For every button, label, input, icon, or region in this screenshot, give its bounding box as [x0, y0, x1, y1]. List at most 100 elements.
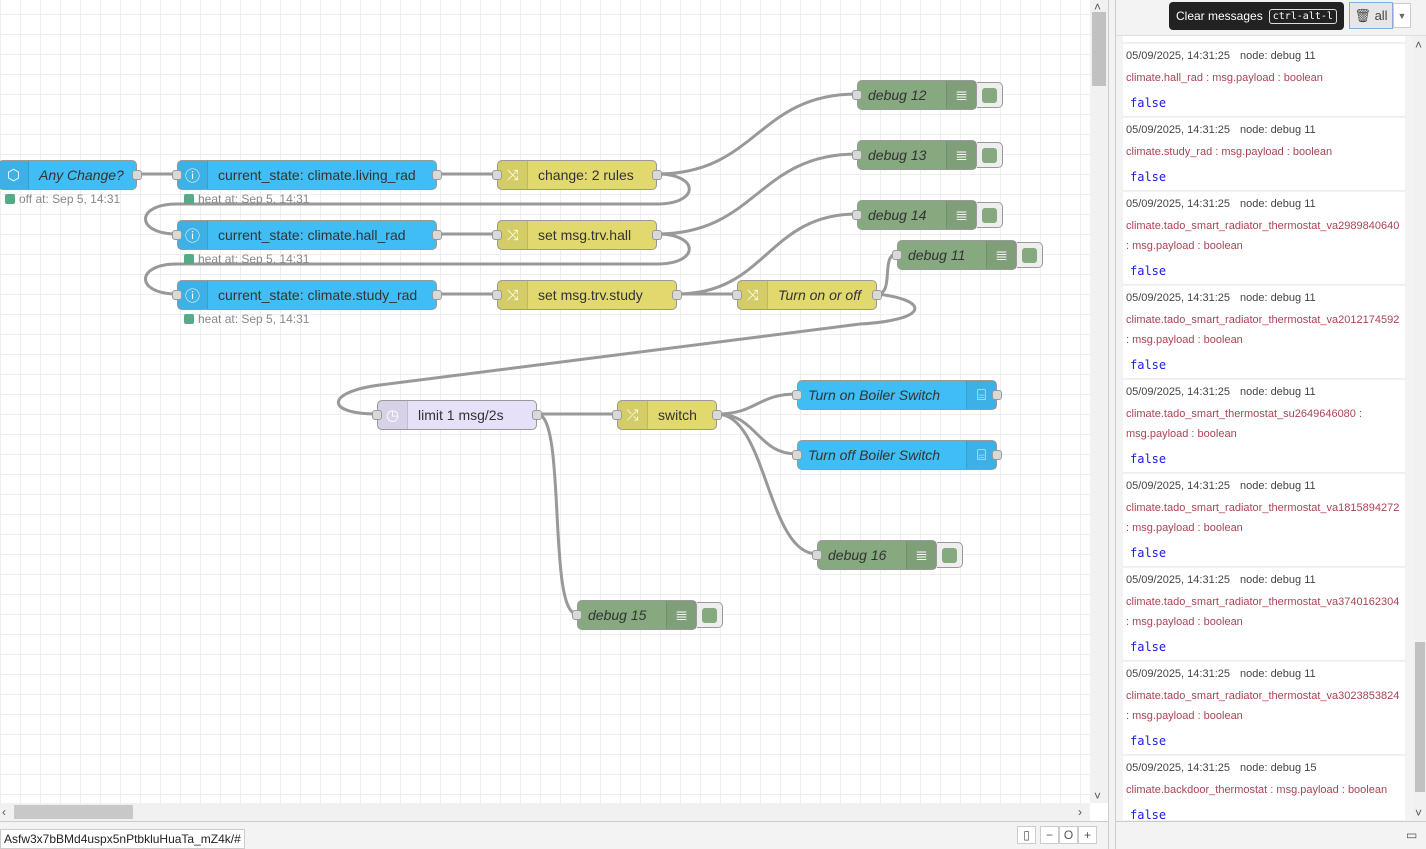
any-change-node[interactable]: ⬡ Any Change?	[0, 160, 142, 190]
message-value[interactable]: false	[1126, 88, 1401, 112]
turn-on-off-node[interactable]: ⤨ Turn on or off	[732, 280, 882, 310]
debug-scroll-thumb[interactable]	[1415, 642, 1425, 792]
output-port[interactable]	[532, 410, 542, 420]
message-value[interactable]: false	[1126, 800, 1401, 820]
debug-12-node[interactable]: debug 12 ≣	[852, 80, 977, 110]
message-value[interactable]: false	[1126, 538, 1401, 562]
debug-toggle-button[interactable]	[977, 82, 1003, 108]
set-hall-node[interactable]: ⤨ set msg.trv.hall	[492, 220, 662, 250]
switch-node[interactable]: ⤮ switch	[612, 400, 722, 430]
message-value[interactable]: false	[1126, 632, 1401, 656]
study-rad-node[interactable]: ⓘ current_state: climate.study_rad	[172, 280, 442, 310]
boiler-on-node[interactable]: Turn on Boiler Switch ⌸	[792, 380, 1002, 410]
output-port[interactable]	[652, 230, 662, 240]
input-port[interactable]	[892, 250, 902, 260]
debug-14-node[interactable]: debug 14 ≣	[852, 200, 977, 230]
debug-toggle-button[interactable]	[697, 602, 723, 628]
living-rad-node[interactable]: ⓘ current_state: climate.living_rad	[172, 160, 442, 190]
debug-toggle-button[interactable]	[977, 202, 1003, 228]
zoom-reset-button[interactable]: O	[1059, 826, 1078, 844]
wire[interactable]	[716, 412, 798, 456]
message-node[interactable]: node: debug 11	[1240, 50, 1316, 62]
wire[interactable]	[876, 252, 898, 296]
output-port[interactable]	[992, 450, 1002, 460]
debug-16-node[interactable]: debug 16 ≣	[812, 540, 937, 570]
scroll-up-icon[interactable]: ˄	[1415, 38, 1422, 52]
zoom-out-button[interactable]: −	[1040, 826, 1059, 844]
input-port[interactable]	[492, 290, 502, 300]
wire[interactable]	[536, 412, 578, 616]
output-port[interactable]	[992, 390, 1002, 400]
input-port[interactable]	[792, 390, 802, 400]
output-port[interactable]	[132, 170, 142, 180]
clear-all-button[interactable]: 🗑 all	[1349, 2, 1393, 29]
canvas-horizontal-scroll-thumb[interactable]	[14, 805, 133, 819]
output-port[interactable]	[672, 290, 682, 300]
scroll-left-icon[interactable]: ‹	[2, 805, 6, 819]
output-port[interactable]	[652, 170, 662, 180]
message-node[interactable]: node: debug 15	[1240, 762, 1316, 774]
message-node[interactable]: node: debug 11	[1240, 480, 1316, 492]
debug-15-node[interactable]: debug 15 ≣	[572, 600, 697, 630]
output-port[interactable]	[432, 230, 442, 240]
input-port[interactable]	[572, 610, 582, 620]
input-port[interactable]	[172, 170, 182, 180]
input-port[interactable]	[612, 410, 622, 420]
output-port[interactable]	[872, 290, 882, 300]
canvas-vertical-scrollbar[interactable]	[1090, 0, 1108, 803]
debug-toggle-button[interactable]	[1017, 242, 1043, 268]
zoom-in-button[interactable]: +	[1078, 826, 1097, 844]
message-value[interactable]: false	[1126, 726, 1401, 750]
navigator-map-icon[interactable]: ▯	[1017, 826, 1036, 844]
hall-rad-node[interactable]: ⓘ current_state: climate.hall_rad	[172, 220, 442, 250]
input-port[interactable]	[732, 290, 742, 300]
output-port[interactable]	[712, 410, 722, 420]
debug-toggle-button[interactable]	[977, 142, 1003, 168]
wire[interactable]	[716, 392, 798, 416]
input-port[interactable]	[372, 410, 382, 420]
message-node[interactable]: node: debug 11	[1240, 668, 1316, 680]
debug-11-node[interactable]: debug 11 ≣	[892, 240, 1017, 270]
flow-canvas[interactable]: ⬡ Any Change? off at: Sep 5, 14:31 ⓘ current…	[0, 0, 1090, 803]
canvas-horizontal-scrollbar[interactable]	[0, 803, 1090, 821]
input-port[interactable]	[852, 150, 862, 160]
message-value[interactable]: false	[1126, 36, 1401, 38]
message-node[interactable]: node: debug 11	[1240, 386, 1316, 398]
input-port[interactable]	[492, 170, 502, 180]
input-port[interactable]	[852, 210, 862, 220]
scroll-right-icon[interactable]: ›	[1078, 805, 1082, 819]
scroll-up-icon[interactable]: ˄	[1094, 0, 1101, 14]
clear-dropdown-button[interactable]: ▼	[1393, 3, 1411, 28]
canvas-vertical-scroll-thumb[interactable]	[1092, 12, 1106, 86]
set-study-node[interactable]: ⤨ set msg.trv.study	[492, 280, 682, 310]
popout-icon[interactable]: ▭	[1406, 828, 1417, 842]
message-value[interactable]: false	[1126, 444, 1401, 468]
input-port[interactable]	[852, 90, 862, 100]
wire[interactable]	[656, 92, 858, 176]
debug-toggle-button[interactable]	[937, 542, 963, 568]
input-port[interactable]	[172, 230, 182, 240]
wire[interactable]	[716, 412, 818, 556]
message-node[interactable]: node: debug 11	[1240, 124, 1316, 136]
message-value[interactable]: false	[1126, 162, 1401, 186]
input-port[interactable]	[172, 290, 182, 300]
node-status: heat at: Sep 5, 14:31	[184, 192, 309, 206]
message-node[interactable]: node: debug 11	[1240, 292, 1316, 304]
debug-13-node[interactable]: debug 13 ≣	[852, 140, 977, 170]
message-value[interactable]: false	[1126, 256, 1401, 280]
message-value[interactable]: false	[1126, 350, 1401, 374]
boiler-off-node[interactable]: Turn off Boiler Switch ⌸	[792, 440, 1002, 470]
scroll-down-icon[interactable]: ˅	[1094, 789, 1101, 803]
input-port[interactable]	[492, 230, 502, 240]
scroll-down-icon[interactable]: ˅	[1415, 806, 1422, 820]
input-port[interactable]	[792, 450, 802, 460]
limit-node[interactable]: ◷ limit 1 msg/2s	[372, 400, 542, 430]
caret-down-icon: ▼	[1397, 11, 1407, 21]
message-node[interactable]: node: debug 11	[1240, 198, 1316, 210]
sidebar-resize-handle[interactable]	[1108, 0, 1116, 849]
input-port[interactable]	[812, 550, 822, 560]
output-port[interactable]	[432, 170, 442, 180]
change-rules-node[interactable]: ⤨ change: 2 rules	[492, 160, 662, 190]
output-port[interactable]	[432, 290, 442, 300]
message-node[interactable]: node: debug 11	[1240, 574, 1316, 586]
